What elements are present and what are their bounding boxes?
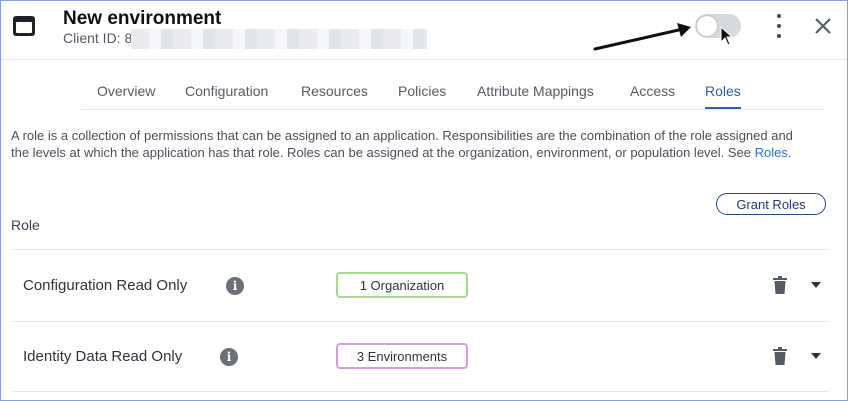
divider	[11, 249, 829, 250]
tab-configuration[interactable]: Configuration	[185, 83, 268, 99]
client-id-label: Client ID: 8	[63, 30, 133, 46]
description-text: A role is a collection of permissions th…	[11, 128, 793, 160]
chevron-down-icon[interactable]	[811, 282, 821, 288]
enable-toggle[interactable]	[695, 14, 741, 38]
divider	[11, 321, 829, 322]
close-icon[interactable]	[814, 17, 832, 35]
roles-link[interactable]: Roles	[755, 145, 788, 160]
scope-badge[interactable]: 1 Organization	[336, 272, 468, 298]
tab-roles[interactable]: Roles	[705, 83, 741, 109]
mouse-pointer-icon	[720, 26, 734, 46]
role-name: Identity Data Read Only	[23, 348, 183, 365]
tab-resources[interactable]: Resources	[301, 83, 368, 99]
description-suffix: .	[787, 145, 792, 160]
app-window-icon	[13, 16, 35, 36]
application-panel: New environment Client ID: 8 Overview Co…	[0, 0, 848, 401]
trash-icon[interactable]	[773, 347, 787, 365]
info-icon[interactable]: i	[220, 348, 238, 366]
page-title: New environment	[63, 8, 222, 29]
role-name: Configuration Read Only	[23, 277, 188, 294]
roles-description: A role is a collection of permissions th…	[11, 127, 811, 161]
scope-badge[interactable]: 3 Environments	[336, 343, 468, 369]
role-column-header: Role	[11, 217, 40, 233]
info-icon[interactable]: i	[226, 277, 244, 295]
client-id-redacted	[131, 29, 427, 49]
more-options-icon[interactable]	[771, 14, 787, 38]
toggle-knob	[697, 16, 717, 36]
grant-roles-button[interactable]: Grant Roles	[716, 193, 826, 215]
tab-access[interactable]: Access	[630, 83, 675, 99]
tab-bar: Overview Configuration Resources Policie…	[81, 71, 825, 110]
divider	[11, 391, 829, 392]
tab-attribute-mappings[interactable]: Attribute Mappings	[477, 83, 594, 99]
trash-icon[interactable]	[773, 276, 787, 294]
panel-header: New environment Client ID: 8	[1, 1, 847, 60]
tab-overview[interactable]: Overview	[97, 83, 155, 99]
annotation-arrow-icon	[593, 23, 691, 51]
tab-policies[interactable]: Policies	[398, 83, 446, 99]
chevron-down-icon[interactable]	[811, 353, 821, 359]
